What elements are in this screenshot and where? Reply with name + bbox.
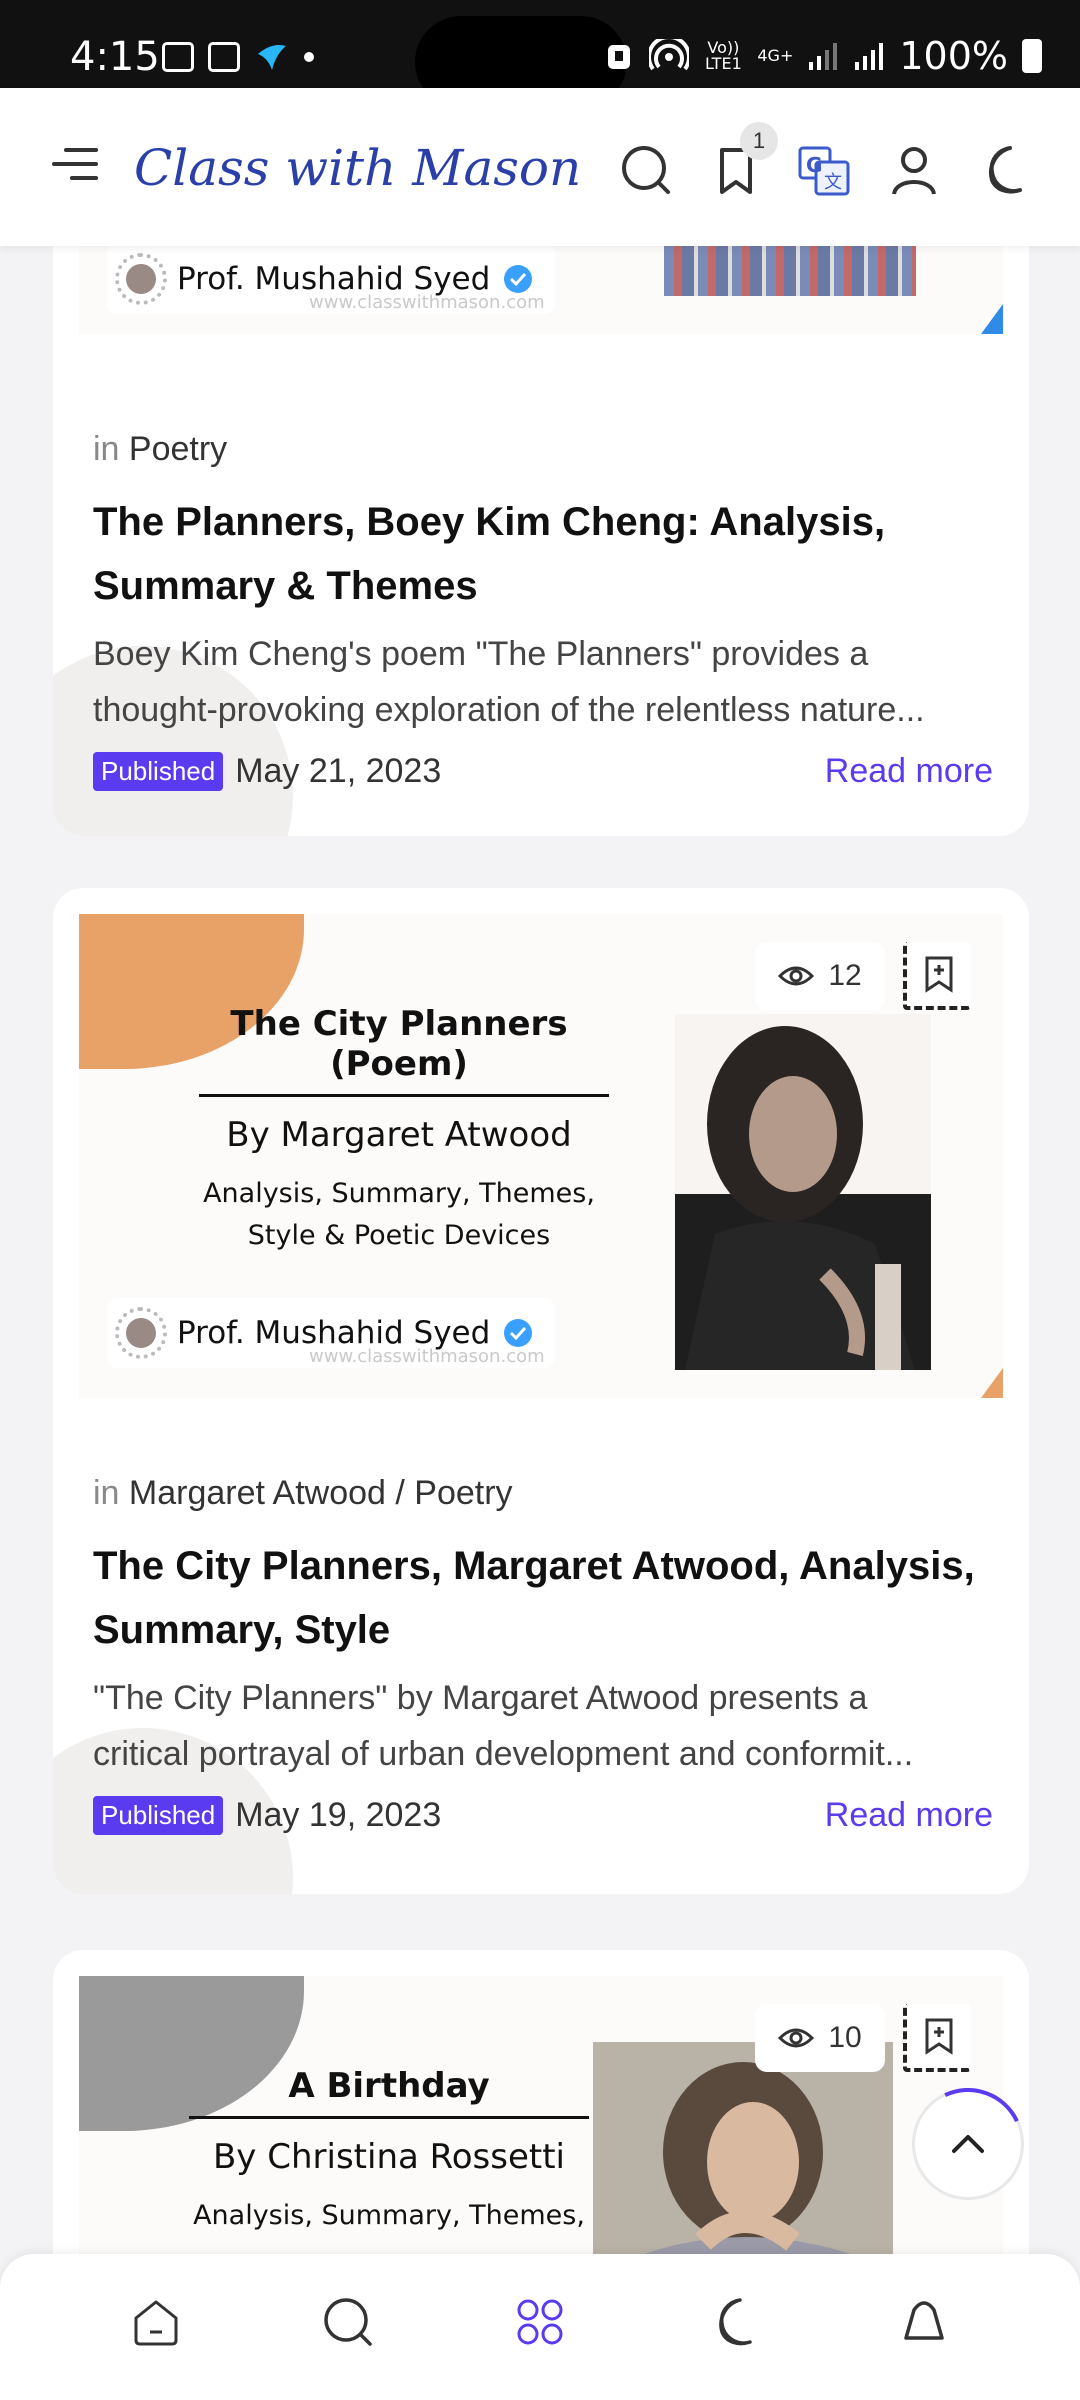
verified-icon (504, 265, 533, 293)
eye-icon (778, 966, 815, 986)
bookmark-button[interactable] (903, 942, 971, 1010)
post-thumbnail[interactable]: The City Planners (Poem) By Margaret Atw… (79, 914, 1003, 1398)
status-time: 4:15 (70, 34, 160, 80)
category-prefix: in (93, 430, 120, 468)
moon-icon (719, 2298, 752, 2346)
thumbnail-text: A Birthday By Christina Rossetti Analysi… (189, 2066, 589, 2237)
user-icon[interactable] (886, 142, 942, 198)
alarm-icon (608, 45, 631, 69)
excerpt-line: critical portrayal of urban development … (93, 1735, 914, 1773)
card-icon (208, 42, 240, 72)
translate-icon[interactable]: G文 (796, 142, 852, 198)
thumbnail-subtitle: Analysis, Summary, Themes, (203, 1178, 595, 1209)
post-card[interactable]: Prof. Mushahid Syed www.classwithmason.c… (53, 146, 1029, 836)
bottom-navigation (0, 2254, 1080, 2400)
post-date: May 19, 2023 (235, 1795, 442, 1834)
apps-icon (517, 2299, 563, 2345)
bookmark-count-badge: 1 (740, 122, 778, 160)
menu-icon[interactable] (52, 148, 98, 188)
category-prefix: in (93, 1474, 120, 1512)
post-excerpt: "The City Planners" by Margaret Atwood p… (93, 1670, 1003, 1782)
search-icon[interactable] (618, 142, 674, 198)
battery-icon (1022, 39, 1042, 73)
thumbnail-title: The City Planners (Poem) (230, 1004, 568, 1084)
status-badge: Published (93, 751, 224, 791)
category-link[interactable]: Poetry (129, 430, 227, 468)
signal-icon (809, 43, 838, 70)
post-date: May 21, 2023 (235, 751, 442, 790)
excerpt-line: thought-provoking exploration of the rel… (93, 691, 925, 729)
view-count: 10 (755, 2004, 885, 2072)
status-right-icons: Vo)) LTE1 4G+ 100% (605, 34, 1042, 78)
thumbnail-author: By Christina Rossetti (212, 2137, 565, 2177)
portrait-image (675, 1014, 931, 1370)
category-link[interactable]: Margaret Atwood / Poetry (129, 1474, 513, 1512)
svg-text:文: 文 (824, 172, 842, 193)
telenor-icon (258, 45, 286, 70)
author-avatar (115, 1307, 167, 1359)
dot-icon (304, 52, 314, 62)
logo-text: Class with Mason (134, 139, 582, 197)
view-count-value: 12 (828, 959, 862, 992)
status-bar: 4:15 Vo)) LTE1 4G+ 100% (0, 0, 1080, 108)
read-more-link[interactable]: Read more (825, 752, 993, 791)
eye-icon (778, 2028, 815, 2048)
nav-search[interactable] (313, 2287, 383, 2357)
home-icon (134, 2300, 178, 2346)
watermark: www.classwithmason.com (309, 1346, 545, 1367)
volte-label: Vo)) LTE1 (704, 38, 742, 73)
4g-label: 4G+ (757, 46, 794, 65)
scroll-to-top-button[interactable] (896, 2072, 1040, 2216)
bookmark-add-icon (925, 956, 953, 993)
post-title[interactable]: The City Planners, Margaret Atwood, Anal… (93, 1534, 993, 1662)
nav-apps[interactable] (505, 2287, 575, 2357)
post-meta: Published May 19, 2023 Read more (93, 1792, 993, 1838)
excerpt-line: Boey Kim Cheng's poem "The Planners" pro… (93, 635, 869, 673)
bookmarks-button[interactable]: 1 (708, 122, 778, 198)
verified-icon (504, 1319, 533, 1347)
nav-notifications[interactable] (889, 2287, 959, 2357)
gallery-icon (162, 42, 194, 72)
thumbnail-text: The City Planners (Poem) By Margaret Atw… (199, 1004, 609, 1257)
thumbnail-subtitle: Analysis, Summary, Themes, (193, 2200, 585, 2231)
battery-percent: 100% (899, 34, 1008, 78)
search-icon (324, 2298, 372, 2346)
nav-home[interactable] (121, 2287, 191, 2357)
nav-dark-mode[interactable] (697, 2287, 767, 2357)
thumbnail-author: By Margaret Atwood (226, 1115, 572, 1155)
signal-icon-2 (855, 43, 884, 70)
bell-icon (904, 2301, 944, 2340)
notification-icons (162, 40, 314, 74)
post-title[interactable]: The Planners, Boey Kim Cheng: Analysis, … (93, 490, 993, 618)
post-category: in Poetry (93, 430, 227, 469)
post-category: in Margaret Atwood / Poetry (93, 1474, 513, 1513)
app-header: Class with Mason 1 G文 (0, 88, 1080, 246)
thumbnail-title: A Birthday (288, 2066, 490, 2106)
thumbnail-subtitle: Style & Poetic Devices (247, 1220, 551, 1251)
read-more-link[interactable]: Read more (825, 1796, 993, 1835)
post-card[interactable]: The City Planners (Poem) By Margaret Atw… (53, 888, 1029, 1894)
bookmark-button[interactable] (903, 2004, 971, 2072)
moon-icon[interactable] (974, 142, 1030, 198)
view-count: 12 (755, 942, 885, 1010)
site-logo[interactable]: Class with Mason (128, 118, 581, 218)
post-excerpt: Boey Kim Cheng's poem "The Planners" pro… (93, 626, 1003, 738)
excerpt-line: "The City Planners" by Margaret Atwood p… (93, 1679, 868, 1717)
svg-text:G: G (806, 153, 822, 177)
status-badge: Published (93, 1795, 224, 1835)
author-avatar (115, 253, 167, 305)
view-count-value: 10 (828, 2021, 862, 2054)
watermark: www.classwithmason.com (309, 292, 545, 313)
hotspot-icon (649, 39, 690, 71)
bookmark-add-icon (925, 2018, 953, 2055)
post-meta: Published May 21, 2023 Read more (93, 748, 993, 794)
